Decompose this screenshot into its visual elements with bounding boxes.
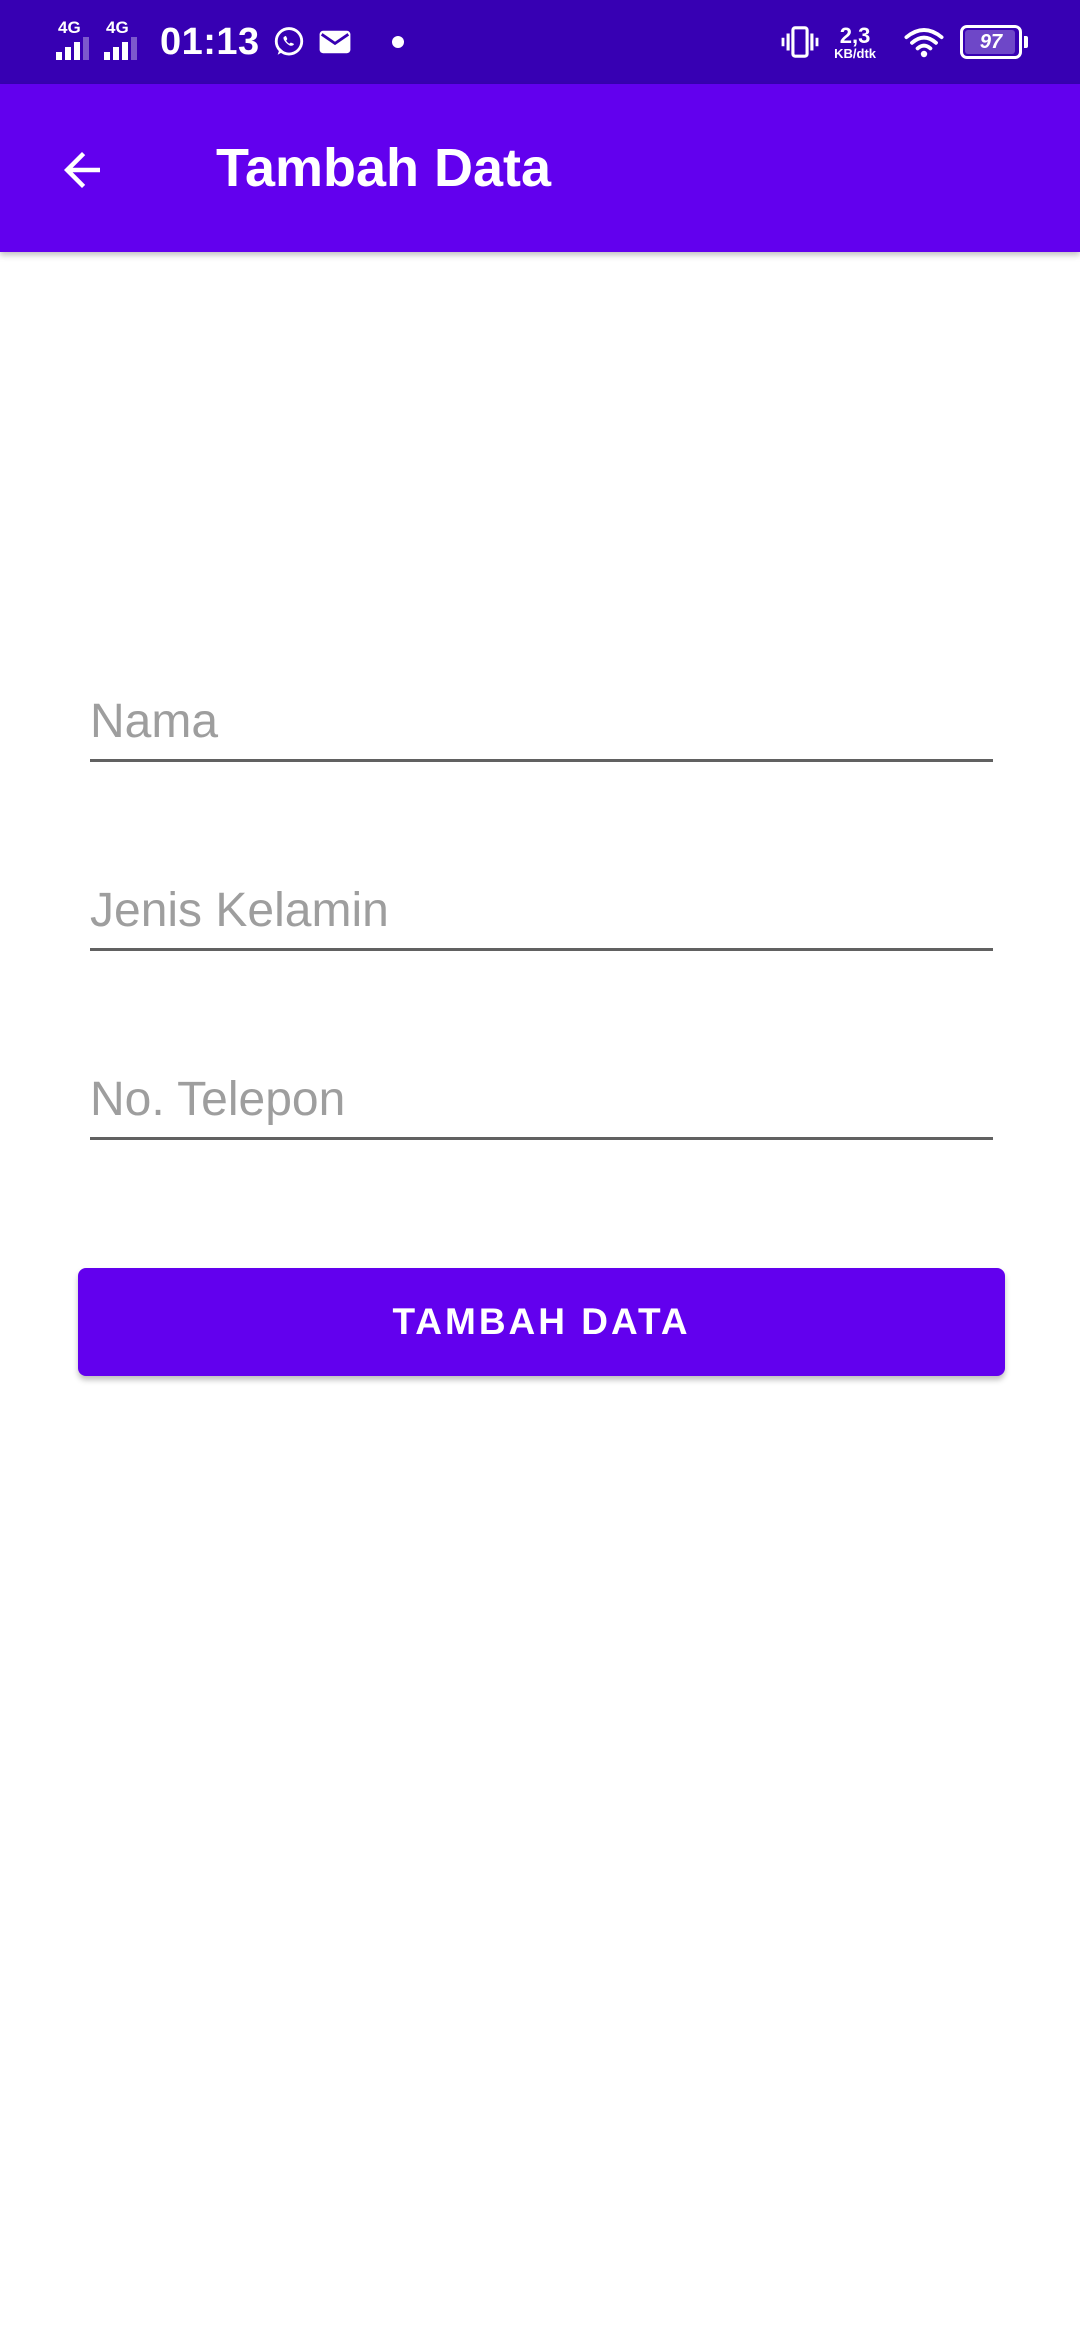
status-time: 01:13	[160, 20, 260, 63]
nama-input[interactable]	[90, 694, 993, 749]
battery-icon: 97	[960, 25, 1028, 59]
notification-dot-icon	[391, 36, 404, 48]
page-title: Tambah Data	[216, 138, 552, 198]
jenis-kelamin-field[interactable]	[90, 848, 993, 951]
network-type-1: 4G	[58, 18, 81, 37]
signal-2-icon: 4G	[104, 18, 142, 62]
vibrate-icon	[780, 25, 820, 59]
network-speed-value: 2,3	[839, 22, 871, 48]
jenis-kelamin-input[interactable]	[90, 883, 993, 938]
wifi-icon	[904, 26, 944, 58]
network-speed: 2,3 KB/dtk	[834, 22, 876, 61]
network-speed-unit: KB/dtk	[834, 45, 876, 61]
status-bar: 4G 4G 01:13 2,3 KB/dtk 97	[0, 0, 1080, 84]
back-button[interactable]	[40, 128, 124, 212]
no-telepon-field[interactable]	[90, 1037, 993, 1140]
mail-icon	[318, 28, 352, 56]
arrow-back-icon	[64, 152, 100, 188]
tambah-data-button[interactable]: TAMBAH DATA	[78, 1268, 1005, 1376]
battery-level: 97	[979, 30, 1003, 53]
status-bar-right: 2,3 KB/dtk 97	[768, 0, 1028, 84]
no-telepon-input[interactable]	[90, 1072, 993, 1127]
nama-field[interactable]	[90, 659, 993, 762]
network-type-2: 4G	[106, 18, 129, 37]
signal-1-icon: 4G	[56, 18, 94, 62]
status-bar-left: 4G 4G 01:13	[56, 0, 404, 84]
app-bar: Tambah Data	[0, 84, 1080, 252]
whatsapp-icon	[272, 25, 306, 59]
